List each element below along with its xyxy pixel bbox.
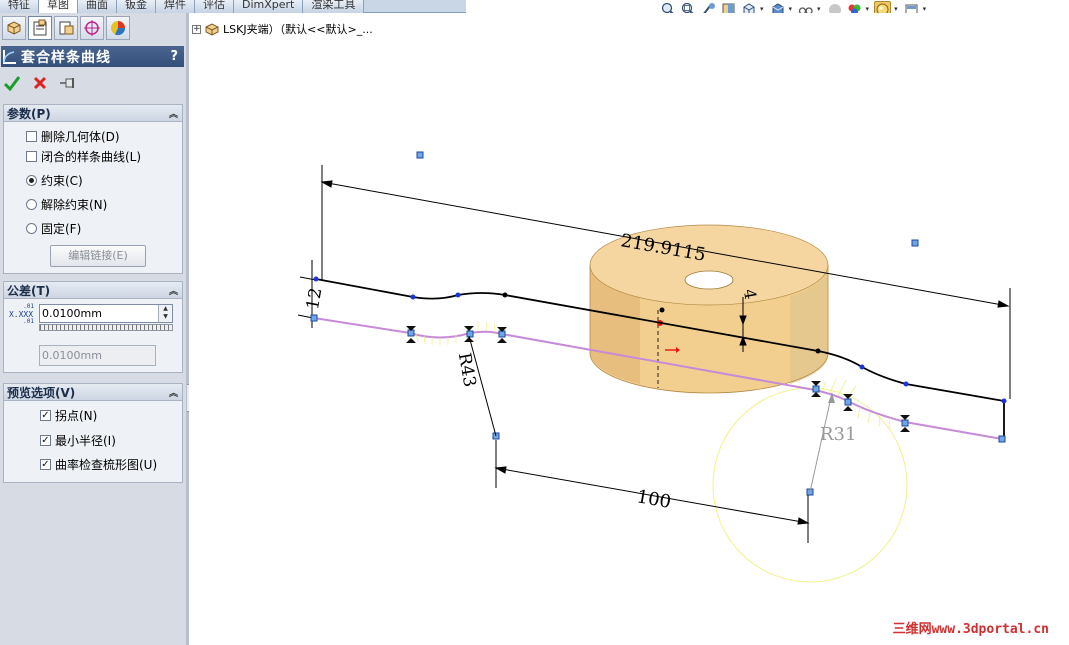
tab-sketch[interactable]: 草图	[39, 0, 78, 13]
page-title: 套合样条曲线	[21, 49, 111, 66]
constrained-radio[interactable]	[26, 175, 37, 186]
inflection-checkbox[interactable]: ✓	[40, 410, 51, 421]
parameters-group: 参数(P) ︽ 删除几何体(D) 闭合的样条曲线(L) 约束(C) 解除约束(N…	[3, 104, 183, 274]
tab-weldments[interactable]: 焊件	[156, 0, 195, 13]
curvature-comb-option[interactable]: ✓ 曲率检查梳形图(U)	[40, 456, 157, 473]
curvature-comb-checkbox[interactable]: ✓	[40, 459, 51, 470]
tab-dimxpert[interactable]: DimXpert	[234, 0, 304, 13]
unconstrained-radio[interactable]	[26, 199, 37, 210]
collapse-chevron-icon[interactable]: ︽	[169, 107, 178, 120]
min-radius-option[interactable]: ✓ 最小半径(I)	[40, 432, 116, 449]
tab-render-tools[interactable]: 渲染工具	[303, 0, 365, 13]
feature-manager-tab-icon[interactable]	[2, 16, 26, 40]
watermark-text: 三维网www.3dportal.cn	[892, 622, 1049, 637]
expand-tree-button[interactable]: +	[192, 24, 201, 34]
display-manager-tab-icon[interactable]	[106, 16, 130, 40]
edit-link-button[interactable]: 编辑链接(E)	[50, 245, 146, 267]
manager-tabs	[0, 13, 186, 43]
command-manager-tabs: 特征 草图 曲面 钣金 焊件 评估 DimXpert 渲染工具	[0, 0, 466, 13]
unconstrained-option[interactable]: 解除约束(N)	[26, 196, 107, 213]
delete-geometry-option[interactable]: 删除几何体(D)	[26, 128, 120, 145]
property-manager-tab-icon[interactable]	[28, 16, 52, 40]
graphics-area[interactable]	[189, 13, 1069, 645]
delete-geometry-checkbox[interactable]	[26, 131, 37, 142]
pushpin-icon[interactable]	[58, 73, 78, 93]
tolerance-spinner[interactable]: ▲ ▼	[158, 305, 172, 322]
action-buttons	[2, 73, 78, 93]
preview-options-header[interactable]: 预览选项(V) ︽	[4, 384, 182, 401]
tab-surfaces[interactable]: 曲面	[78, 0, 117, 13]
fit-spline-icon	[3, 49, 16, 64]
min-radius-checkbox[interactable]: ✓	[40, 435, 51, 446]
help-button[interactable]: ?	[170, 49, 178, 64]
fixed-radio[interactable]	[26, 223, 37, 234]
tolerance-header[interactable]: 公差(T) ︽	[4, 282, 182, 299]
tab-sheet-metal[interactable]: 钣金	[117, 0, 156, 13]
property-manager-panel: 套合样条曲线 ? 参数(P) ︽ 删除几何体(D) 闭合的样条曲线(L) 约束(…	[0, 13, 187, 645]
configuration-manager-tab-icon[interactable]	[54, 16, 78, 40]
inflection-option[interactable]: ✓ 拐点(N)	[40, 407, 97, 424]
part-icon	[205, 23, 219, 36]
tolerance-icon: .01 X.XXX .01	[8, 303, 34, 325]
collapse-chevron-icon[interactable]: ︽	[169, 386, 178, 399]
tab-features[interactable]: 特征	[0, 0, 39, 13]
tolerance-input[interactable]: 0.0100mm	[39, 304, 173, 323]
closed-spline-checkbox[interactable]	[26, 151, 37, 162]
parameters-header[interactable]: 参数(P) ︽	[4, 105, 182, 122]
closed-spline-option[interactable]: 闭合的样条曲线(L)	[26, 148, 141, 165]
ok-check-icon[interactable]	[2, 73, 22, 93]
tolerance-result-field: 0.0100mm	[39, 345, 156, 366]
constrained-option[interactable]: 约束(C)	[26, 172, 83, 189]
fixed-option[interactable]: 固定(F)	[26, 220, 81, 237]
dimxpert-manager-tab-icon[interactable]	[80, 16, 104, 40]
tolerance-thumbwheel[interactable]	[39, 324, 173, 331]
cancel-x-icon[interactable]	[30, 73, 50, 93]
tolerance-group: 公差(T) ︽ .01 X.XXX .01 0.0100mm ▲ ▼ 0.0100…	[3, 281, 183, 373]
part-name-label[interactable]: LSKJ夹端）（默认<<默认>_...	[223, 21, 373, 37]
collapse-chevron-icon[interactable]: ︽	[169, 284, 178, 297]
flyout-feature-tree: + LSKJ夹端）（默认<<默认>_...	[192, 21, 373, 37]
tab-evaluate[interactable]: 评估	[195, 0, 234, 13]
preview-options-group: 预览选项(V) ︽ ✓ 拐点(N) ✓ 最小半径(I) ✓ 曲率检查梳形图(U)	[3, 383, 183, 483]
property-manager-title: 套合样条曲线 ?	[1, 46, 184, 67]
